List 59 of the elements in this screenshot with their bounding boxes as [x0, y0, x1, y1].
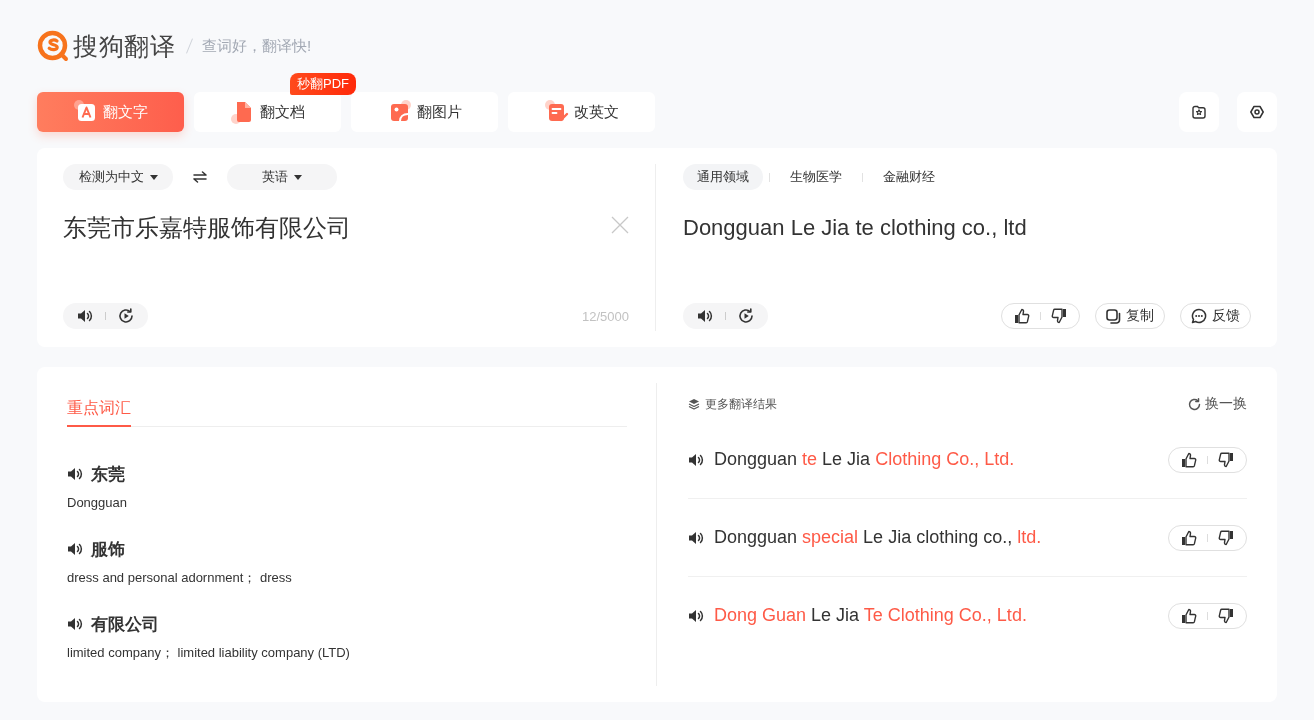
thumbs-down-icon[interactable] — [1218, 451, 1234, 468]
refresh-icon — [1188, 397, 1201, 411]
domain-tab[interactable]: 通用领域 — [683, 164, 763, 190]
section-title: 更多翻译结果 — [705, 395, 777, 413]
source-language-dropdown[interactable]: 检测为中文 — [63, 164, 173, 190]
target-language-dropdown[interactable]: 英语 — [227, 164, 337, 190]
character-count: 12/5000 — [582, 308, 629, 324]
speaker-icon[interactable] — [67, 466, 83, 482]
mode-tab[interactable]: 改英文 — [508, 92, 655, 132]
speaker-icon[interactable] — [697, 308, 713, 324]
speaker-icon[interactable] — [77, 308, 93, 324]
domain-tab[interactable]: 金融财经 — [869, 164, 949, 190]
swap-icon[interactable] — [192, 169, 208, 185]
speaker-icon[interactable] — [67, 616, 83, 632]
mode-tab[interactable]: 翻文档 — [194, 92, 341, 132]
vocabulary-word: 东莞 — [91, 463, 125, 486]
thumbs-down-icon[interactable] — [1218, 607, 1234, 624]
refresh-button[interactable]: 换一换 — [1188, 395, 1247, 413]
settings-button[interactable] — [1237, 92, 1277, 132]
thumbs-up-icon[interactable] — [1181, 529, 1197, 546]
thumbs-down-icon[interactable] — [1051, 308, 1067, 324]
caret-icon — [294, 174, 302, 180]
feedback-button[interactable]: 反馈 — [1180, 303, 1251, 329]
alternative-translation: Dongguan special Le Jia clothing co., ltd. — [714, 527, 1042, 548]
edit-check-icon — [544, 100, 569, 124]
thumbs-down-icon[interactable] — [1218, 529, 1234, 546]
replay-icon[interactable] — [738, 308, 754, 324]
font-icon — [73, 100, 98, 124]
vocabulary-meaning: limited company； limited liability company (LTD) — [67, 645, 350, 661]
slogan-text: 查词好，翻译快! — [202, 36, 312, 56]
layers-icon — [688, 398, 700, 410]
promo-badge: 秒翻PDF — [290, 73, 356, 95]
domain-tab[interactable]: 生物医学 — [776, 164, 856, 190]
vocabulary-meaning: Dongguan — [67, 495, 127, 511]
logo-icon — [37, 29, 70, 63]
thumbs-up-icon[interactable] — [1014, 308, 1030, 324]
alternative-translation: Dong Guan Le Jia Te Clothing Co., Ltd. — [714, 605, 1027, 626]
replay-icon[interactable] — [118, 308, 134, 324]
speaker-icon[interactable] — [688, 529, 704, 546]
vocabulary-word: 服饰 — [91, 538, 125, 561]
settings-icon — [1249, 104, 1265, 120]
star-folder-icon — [1191, 104, 1207, 120]
chat-icon — [1191, 308, 1207, 324]
translation-text: Dongguan Le Jia te clothing co., ltd — [683, 214, 1027, 242]
alternative-translation: Dongguan te Le Jia Clothing Co., Ltd. — [714, 449, 1015, 470]
source-text-field[interactable]: 东莞市乐嘉特服饰有限公司 — [63, 212, 351, 244]
thumbs-up-icon[interactable] — [1181, 451, 1197, 468]
vocabulary-meaning: dress and personal adornment； dress — [67, 570, 292, 586]
copy-button[interactable]: 复制 — [1095, 303, 1165, 329]
thumbs-up-icon[interactable] — [1181, 607, 1197, 624]
speaker-icon[interactable] — [67, 541, 83, 557]
logo-text: 搜狗翻译 — [73, 30, 175, 62]
favorites-button[interactable] — [1179, 92, 1219, 132]
mode-tab[interactable]: 翻图片 — [351, 92, 498, 132]
vocabulary-word: 有限公司 — [91, 613, 159, 636]
caret-icon — [149, 174, 158, 180]
speaker-icon[interactable] — [688, 607, 704, 624]
copy-icon — [1106, 308, 1121, 324]
speaker-icon[interactable] — [688, 451, 704, 468]
